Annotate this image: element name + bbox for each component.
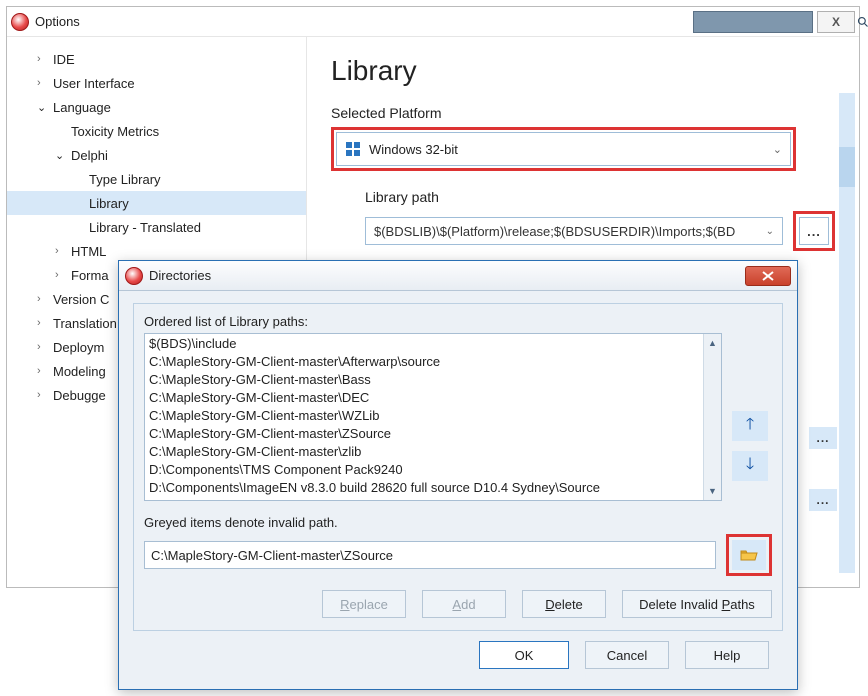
tree-item-ui[interactable]: ›User Interface [7,71,306,95]
paths-panel: Ordered list of Library paths: $(BDS)\in… [133,303,783,631]
scroll-up-icon[interactable]: ▲ [704,334,721,352]
invalid-note: Greyed items denote invalid path. [144,515,772,530]
group-label: Ordered list of Library paths: [144,314,772,329]
search-icon[interactable] [857,16,868,28]
libpath-ellipsis-button[interactable]: ... [799,217,829,245]
tree-item-typelib[interactable]: Type Library [7,167,306,191]
move-down-button[interactable]: 🡓 [732,451,768,481]
list-scrollbar[interactable]: ▲ ▼ [703,334,721,500]
arrow-down-icon: 🡓 [746,453,754,480]
chevron-down-icon: ⌄ [773,143,782,156]
dialog-title: Directories [149,268,211,283]
browse-highlight [726,534,772,576]
directories-dialog: Directories Ordered list of Library path… [118,260,798,690]
page-title: Library [331,55,835,87]
platform-label: Selected Platform [331,105,835,121]
tree-item-delphi[interactable]: ⌄Delphi [7,143,306,167]
arrow-up-icon: 🡑 [746,413,754,440]
tree-item-ide[interactable]: ›IDE [7,47,306,71]
list-item[interactable]: C:\MapleStory-GM-Client-master\ZSource [149,425,699,443]
close-button[interactable]: X [817,11,855,33]
dialog-close-button[interactable] [745,266,791,286]
path-value: C:\MapleStory-GM-Client-master\ZSource [151,548,393,563]
app-icon [125,267,143,285]
window-title: Options [35,14,80,29]
tree-item-library[interactable]: Library [7,191,306,215]
libpath-browse-highlight: ... [793,211,835,251]
ellipsis-button[interactable]: ... [809,489,837,511]
platform-value: Windows 32-bit [369,142,458,157]
scrollbar[interactable] [839,93,855,573]
libpath-input[interactable]: $(BDSLIB)\$(Platform)\release;$(BDSUSERD… [365,217,783,245]
scroll-down-icon[interactable]: ▼ [704,482,721,500]
browse-button[interactable] [732,540,766,570]
list-item[interactable]: D:\Components\TMS Component Pack9240 [149,461,699,479]
list-item[interactable]: C:\MapleStory-GM-Client-master\DEC [149,389,699,407]
libpath-value: $(BDSLIB)\$(Platform)\release;$(BDSUSERD… [374,224,735,239]
tree-item-library-translated[interactable]: Library - Translated [7,215,306,239]
list-item[interactable]: $(BDS)\include [149,335,699,353]
ok-button[interactable]: OK [479,641,569,669]
chevron-down-icon: ⌄ [766,226,774,237]
list-item[interactable]: C:\MapleStory-GM-Client-master\Afterwarp… [149,353,699,371]
list-item[interactable]: C:\MapleStory-GM-Client-master\zlib [149,443,699,461]
path-input[interactable]: C:\MapleStory-GM-Client-master\ZSource [144,541,716,569]
platform-highlight: Windows 32-bit ⌄ [331,127,796,171]
list-item[interactable]: C:\MapleStory-GM-Client-master\Bass [149,371,699,389]
paths-listbox[interactable]: $(BDS)\includeC:\MapleStory-GM-Client-ma… [144,333,722,501]
close-icon [762,271,774,281]
app-icon [11,13,29,31]
dialog-titlebar: Directories [119,261,797,291]
search-box[interactable] [693,11,813,33]
folder-icon [740,548,758,562]
libpath-label: Library path [365,189,835,205]
list-item[interactable]: D:\Components\ImageEN v8.3.0 build 28620… [149,479,699,497]
list-item[interactable]: C:\MapleStory-GM-Client-master\WZLib [149,407,699,425]
tree-item-toxicity[interactable]: Toxicity Metrics [7,119,306,143]
ellipsis-button[interactable]: ... [809,427,837,449]
help-button[interactable]: Help [685,641,769,669]
tree-item-language[interactable]: ⌄Language [7,95,306,119]
platform-select[interactable]: Windows 32-bit ⌄ [336,132,791,166]
replace-button[interactable]: Replace [322,590,406,618]
delete-invalid-button[interactable]: Delete Invalid Paths [622,590,772,618]
titlebar: Options X [7,7,859,37]
move-up-button[interactable]: 🡑 [732,411,768,441]
add-button[interactable]: Add [422,590,506,618]
cancel-button[interactable]: Cancel [585,641,669,669]
windows-icon [345,141,361,157]
list-item[interactable]: D:\Components\Almediadev StyleControls v… [149,497,699,500]
delete-button[interactable]: Delete [522,590,606,618]
